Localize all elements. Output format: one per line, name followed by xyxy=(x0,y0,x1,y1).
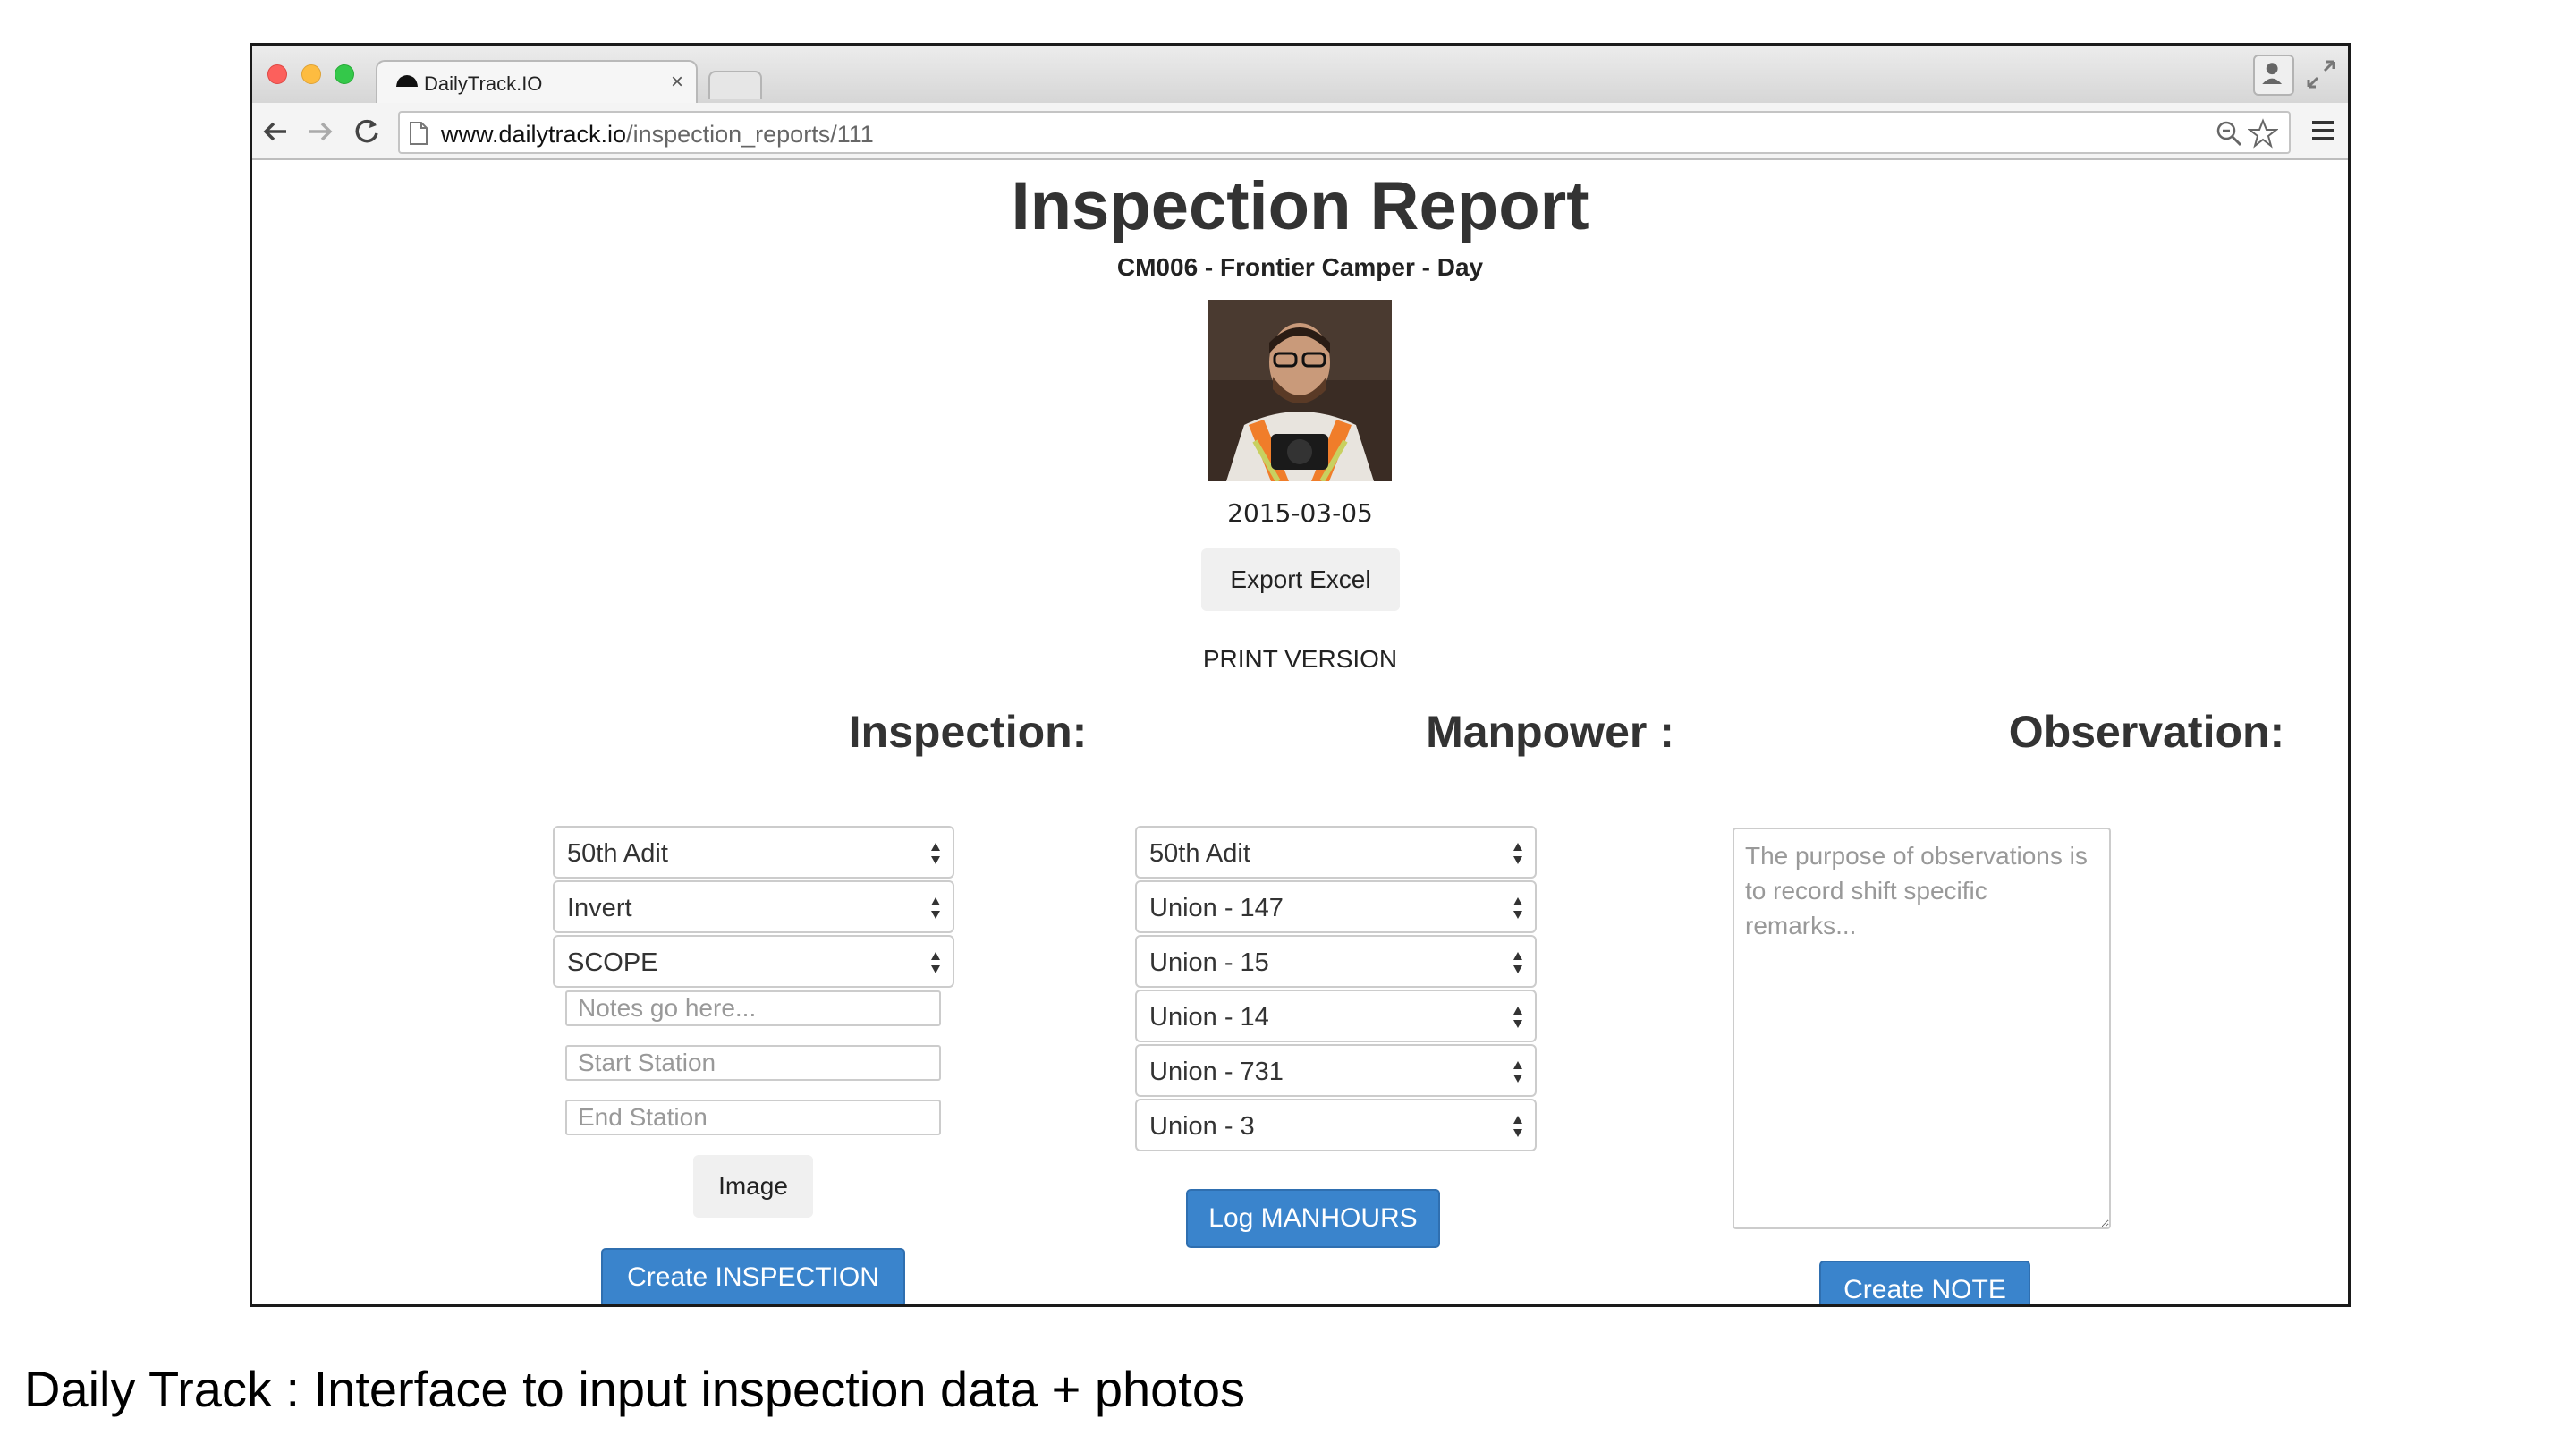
manpower-union-select[interactable]: Union - 731 xyxy=(1135,1044,1537,1097)
select-value: Union - 147 xyxy=(1149,894,1284,922)
fullscreen-icon[interactable] xyxy=(2305,58,2337,90)
manpower-location-select[interactable]: 50th Adit xyxy=(1135,826,1537,879)
select-value: 50th Adit xyxy=(1149,839,1250,868)
tab-title: DailyTrack.IO xyxy=(424,72,543,95)
page-icon xyxy=(410,122,428,145)
inspection-area-select[interactable]: Invert xyxy=(553,880,954,933)
observation-heading: Observation: xyxy=(2008,707,2285,757)
window-maximize-icon[interactable] xyxy=(335,64,354,84)
profile-button[interactable] xyxy=(2253,55,2294,96)
page-subtitle: CM006 - Frontier Camper - Day xyxy=(1116,253,1484,281)
select-arrows-icon xyxy=(931,952,940,973)
select-arrows-icon xyxy=(931,843,940,864)
browser-toolbar: www.dailytrack.io/inspection_reports/111 xyxy=(252,103,2348,160)
export-excel-button[interactable]: Export Excel xyxy=(1201,548,1400,611)
url-path: /inspection_reports/111 xyxy=(626,121,874,148)
manpower-heading: Manpower : xyxy=(1426,707,1674,757)
image-upload-button[interactable]: Image xyxy=(693,1155,813,1218)
browser-titlebar: DailyTrack.IO × xyxy=(252,46,2348,103)
log-manhours-button[interactable]: Log MANHOURS xyxy=(1186,1189,1440,1248)
inspection-type-select[interactable]: SCOPE xyxy=(553,935,954,988)
url-text: www.dailytrack.io/inspection_reports/111 xyxy=(441,121,874,149)
avatar xyxy=(1208,300,1392,481)
select-value: Invert xyxy=(567,894,632,922)
select-value: Union - 731 xyxy=(1149,1058,1284,1086)
select-arrows-icon xyxy=(1513,1007,1522,1028)
browser-tab[interactable]: DailyTrack.IO × xyxy=(376,60,698,103)
manpower-union-select[interactable]: Union - 147 xyxy=(1135,880,1537,933)
forward-arrow-icon[interactable] xyxy=(304,115,336,148)
select-arrows-icon xyxy=(1513,897,1522,919)
create-note-button[interactable]: Create NOTE xyxy=(1819,1261,2030,1304)
end-station-input[interactable] xyxy=(565,1100,941,1135)
tab-close-icon[interactable]: × xyxy=(671,70,683,95)
slide-caption: Daily Track : Interface to input inspect… xyxy=(24,1361,1245,1417)
select-arrows-icon xyxy=(1513,1061,1522,1083)
address-bar[interactable]: www.dailytrack.io/inspection_reports/111 xyxy=(398,111,2291,154)
url-host: www.dailytrack.io xyxy=(441,121,627,148)
manpower-union-select[interactable]: Union - 14 xyxy=(1135,990,1537,1042)
select-arrows-icon xyxy=(1513,952,1522,973)
select-value: Union - 3 xyxy=(1149,1112,1255,1141)
report-date: 2015-03-05 xyxy=(1227,498,1373,528)
hardhat-favicon-icon xyxy=(396,75,418,87)
person-icon xyxy=(2262,63,2283,85)
new-tab-button[interactable] xyxy=(708,71,762,99)
start-station-input[interactable] xyxy=(565,1045,941,1081)
manpower-union-select[interactable]: Union - 15 xyxy=(1135,935,1537,988)
select-value: Union - 14 xyxy=(1149,1003,1269,1032)
notes-input[interactable] xyxy=(565,990,941,1026)
zoom-icon[interactable] xyxy=(2216,120,2242,147)
reload-icon[interactable] xyxy=(351,115,383,148)
back-arrow-icon[interactable] xyxy=(259,115,292,148)
select-arrows-icon xyxy=(1513,843,1522,864)
create-inspection-button[interactable]: Create INSPECTION xyxy=(601,1248,905,1304)
page-title: Inspection Report xyxy=(1011,168,1589,244)
window-close-icon[interactable] xyxy=(267,64,287,84)
inspection-heading: Inspection: xyxy=(848,707,1088,757)
manpower-union-select[interactable]: Union - 3 xyxy=(1135,1099,1537,1151)
bookmark-star-icon[interactable] xyxy=(2248,118,2278,149)
select-arrows-icon xyxy=(931,897,940,919)
inspection-location-select[interactable]: 50th Adit xyxy=(553,826,954,879)
select-value: 50th Adit xyxy=(567,839,668,868)
browser-window: DailyTrack.IO × www.dailytrack.io/inspec… xyxy=(250,43,2351,1307)
menu-icon[interactable] xyxy=(2310,117,2335,144)
select-value: Union - 15 xyxy=(1149,948,1269,977)
observation-textarea[interactable] xyxy=(1733,828,2111,1229)
window-minimize-icon[interactable] xyxy=(301,64,321,84)
print-version-link[interactable]: PRINT VERSION xyxy=(252,645,2348,674)
select-value: SCOPE xyxy=(567,948,658,977)
select-arrows-icon xyxy=(1513,1116,1522,1137)
page-content: Inspection Report CM006 - Frontier Campe… xyxy=(252,160,2348,1304)
